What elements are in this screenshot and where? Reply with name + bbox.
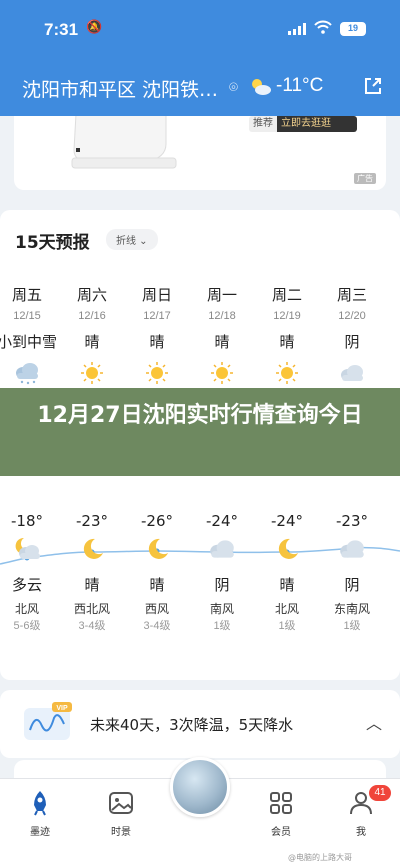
- ad-tag: 推荐: [249, 116, 277, 132]
- day-date: 12/17: [143, 310, 171, 322]
- low-temp: -18°: [11, 512, 43, 530]
- mute-bell-icon: 🔕: [86, 20, 103, 35]
- ad-recommend-strip[interactable]: 推荐 立即去逛逛: [249, 116, 357, 132]
- day-name: 周三: [336, 286, 367, 304]
- partly-cloudy-icon: [252, 79, 271, 95]
- forecast-title: 15天预报: [15, 233, 90, 253]
- share-icon[interactable]: [362, 75, 384, 97]
- day-name: 周六: [76, 286, 107, 304]
- cloud-icon: [337, 536, 367, 562]
- tab-scenery-label: 时景: [111, 827, 131, 838]
- sun-icon: [78, 361, 106, 385]
- vip-forecast-card[interactable]: VIP 未来40天，3次降温，5天降水 ︿: [0, 690, 400, 758]
- day-name: 周一: [206, 286, 237, 304]
- chevron-up-icon[interactable]: ︿: [366, 710, 382, 734]
- night-condition: 阴: [344, 576, 360, 594]
- ad-label: 广告: [354, 173, 376, 184]
- low-temp: -23°: [76, 512, 108, 530]
- day-condition: 晴: [84, 333, 100, 351]
- wind-direction: 西北风: [73, 602, 110, 616]
- day-name: 周日: [141, 286, 172, 304]
- day-condition: 晴: [279, 333, 295, 351]
- chart-toggle-label: 折线: [116, 236, 136, 247]
- day-date: 12/19: [273, 310, 301, 322]
- wind-level: 3-4级: [78, 620, 106, 632]
- snow-cloud-icon: [13, 361, 41, 385]
- sun-icon: [143, 361, 171, 385]
- rocket-icon: [34, 791, 46, 816]
- wind-direction: 北风: [14, 602, 39, 616]
- banner-title-text: 12月27日沈阳实时行情查询今日: [37, 403, 363, 428]
- sun-icon: [208, 361, 236, 385]
- day-condition: 晴: [214, 333, 230, 351]
- day-date: 12/15: [13, 310, 41, 322]
- day-condition: 晴: [149, 333, 165, 351]
- status-time: 7:31: [44, 20, 79, 39]
- low-temp: -24°: [206, 512, 238, 530]
- night-condition: 多云: [11, 576, 42, 594]
- moon-icon: [77, 536, 107, 562]
- image-icon: [109, 792, 133, 814]
- day-name: 周二: [271, 286, 302, 304]
- wind-level: 3-4级: [143, 620, 171, 632]
- ad-cta-button[interactable]: 立即去逛逛: [277, 116, 357, 132]
- title-banner: 12月27日沈阳实时行情查询今日: [0, 388, 400, 476]
- notification-badge: 41: [369, 785, 391, 801]
- wind-direction: 西风: [144, 602, 169, 616]
- day-name: 周五: [11, 286, 42, 304]
- tab-member[interactable]: 会员: [251, 789, 311, 838]
- wind-direction: 东南风: [333, 602, 370, 616]
- night-condition: 晴: [149, 576, 165, 594]
- grid-icon: [270, 792, 292, 814]
- moon-icon: [142, 536, 172, 562]
- cloud-icon: [338, 361, 366, 385]
- cloud-icon: [207, 536, 237, 562]
- moon-icon: [272, 536, 302, 562]
- tab-moji[interactable]: 墨迹: [10, 789, 70, 838]
- wind-level: 1级: [343, 620, 361, 632]
- wind-direction: 北风: [274, 602, 299, 616]
- low-temp: -26°: [141, 512, 173, 530]
- day-condition: 小到中雪: [0, 333, 57, 351]
- cloudy-moon-icon: [12, 536, 42, 562]
- tab-member-label: 会员: [271, 827, 291, 838]
- tab-moji-label: 墨迹: [30, 827, 50, 838]
- day-date: 12/18: [208, 310, 236, 322]
- chart-mode-toggle[interactable]: 折线 ⌄: [106, 229, 158, 250]
- wind-direction: 南风: [209, 602, 234, 616]
- tab-me[interactable]: 41 我: [331, 785, 391, 838]
- tab-scenery[interactable]: 时景: [91, 789, 151, 838]
- low-temp: -23°: [336, 512, 368, 530]
- night-condition: 阴: [214, 576, 230, 594]
- wind-level: 1级: [213, 620, 231, 632]
- vip-40-day-logo: VIP: [24, 702, 72, 740]
- tab-me-label: 我: [356, 827, 366, 838]
- current-temperature: -11°C: [276, 75, 324, 96]
- vip-summary: 未来40天，3次降温，5天降水: [90, 716, 294, 734]
- wind-level: 1级: [278, 620, 296, 632]
- day-date: 12/16: [78, 310, 106, 322]
- app-header: 沈阳市和平区 沈阳铁… ⌾ -11°C: [0, 60, 400, 116]
- location-pin-icon: ⌾: [229, 78, 239, 96]
- battery-icon: 19: [340, 22, 366, 36]
- ad-card[interactable]: 推荐 立即去逛逛 广告: [14, 116, 386, 190]
- wifi-icon: [314, 20, 332, 34]
- center-scenery-button[interactable]: [170, 757, 230, 817]
- cellular-signal-icon: [288, 23, 306, 35]
- wind-level: 5-6级: [13, 620, 41, 632]
- day-date: 12/20: [338, 310, 366, 322]
- sun-icon: [273, 361, 301, 385]
- night-condition: 晴: [84, 576, 100, 594]
- location-title[interactable]: 沈阳市和平区 沈阳铁…: [22, 75, 232, 102]
- watermark: @电脑的上路大哥: [288, 853, 352, 862]
- product-image: [71, 116, 177, 169]
- day-condition: 阴: [344, 333, 360, 351]
- vip-badge: VIP: [56, 705, 68, 712]
- status-bar: 7:31 🔕 19: [0, 0, 400, 60]
- banner-title: 12月27日沈阳实时行情查询今日: [0, 401, 400, 431]
- low-temp: -24°: [271, 512, 303, 530]
- night-condition: 晴: [279, 576, 295, 594]
